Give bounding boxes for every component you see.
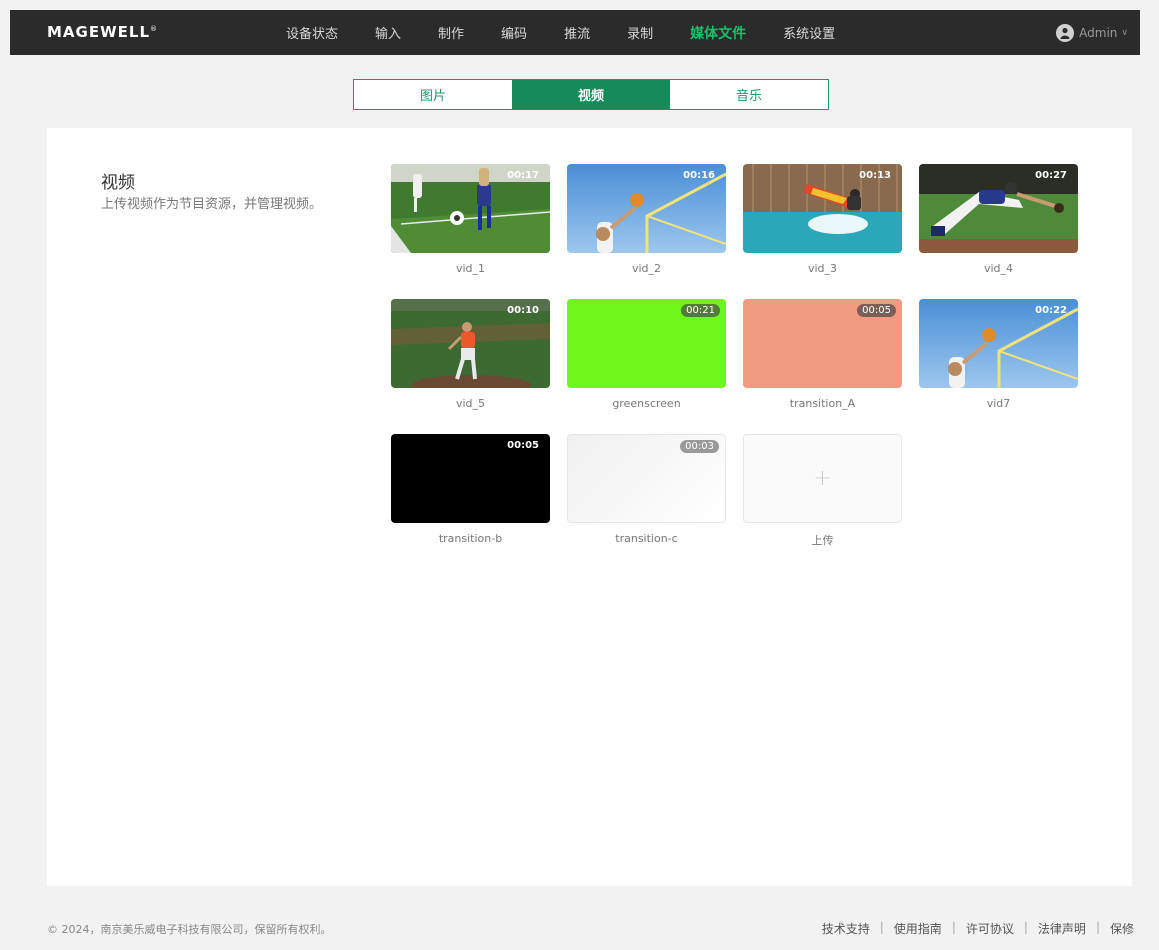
- footer-divider: |: [879, 920, 884, 934]
- video-card[interactable]: 00:17 vid_1: [391, 164, 550, 275]
- footer-link-legal[interactable]: 法律声明: [1038, 920, 1086, 937]
- video-thumbnail[interactable]: 00:05: [391, 434, 550, 523]
- nav-item-device-status[interactable]: 设备状态: [286, 23, 338, 42]
- footer-divider: |: [1023, 920, 1028, 934]
- nav-item-production[interactable]: 制作: [438, 23, 464, 42]
- video-duration: 00:22: [1035, 305, 1067, 316]
- footer-link-user-guide[interactable]: 使用指南: [894, 920, 942, 937]
- section-description: 上传视频作为节目资源，并管理视频。: [101, 197, 323, 212]
- video-thumbnail[interactable]: 00:21: [567, 299, 726, 388]
- video-thumbnail[interactable]: 00:22: [919, 299, 1078, 388]
- video-name: transition_A: [789, 397, 856, 410]
- video-thumbnail[interactable]: 00:10: [391, 299, 550, 388]
- upload-label: 上传: [811, 534, 834, 547]
- video-duration: 00:05: [507, 440, 539, 451]
- tab-images[interactable]: 图片: [354, 80, 512, 109]
- nav-item-media-files[interactable]: 媒体文件: [690, 23, 746, 43]
- video-name: transition-b: [438, 532, 503, 545]
- nav-item-input[interactable]: 输入: [375, 23, 401, 42]
- video-library-panel: 视频 上传视频作为节目资源，并管理视频。 00:17 vid_1 00:16 v…: [47, 128, 1132, 886]
- video-card[interactable]: 00:13 vid_3: [743, 164, 902, 275]
- user-name: Admin: [1079, 25, 1118, 40]
- video-name: vid7: [986, 397, 1011, 410]
- upload-button[interactable]: +: [743, 434, 902, 523]
- video-name: vid_2: [631, 262, 662, 275]
- video-name: transition-c: [615, 532, 678, 545]
- tab-music[interactable]: 音乐: [670, 80, 828, 109]
- brand-logo[interactable]: MAGEWELL®: [47, 23, 158, 41]
- video-name: vid_5: [455, 397, 486, 410]
- video-name: vid_1: [455, 262, 486, 275]
- media-type-tabs: 图片 视频 音乐: [353, 79, 829, 110]
- plus-icon: +: [813, 466, 832, 491]
- video-card[interactable]: 00:10 vid_5: [391, 299, 550, 410]
- footer-link-license[interactable]: 许可协议: [966, 920, 1014, 937]
- nav-item-system-settings[interactable]: 系统设置: [783, 23, 835, 42]
- video-thumbnail[interactable]: 00:03: [567, 434, 726, 523]
- video-thumbnail[interactable]: 00:16: [567, 164, 726, 253]
- video-duration: 00:27: [1035, 170, 1067, 181]
- video-thumbnail[interactable]: 00:05: [743, 299, 902, 388]
- main-nav: 设备状态 输入 制作 编码 推流 录制 媒体文件 系统设置: [286, 10, 872, 55]
- video-duration: 00:10: [507, 305, 539, 316]
- nav-item-encoding[interactable]: 编码: [501, 23, 527, 42]
- video-thumbnail[interactable]: 00:17: [391, 164, 550, 253]
- copyright-text: © 2024，南京美乐威电子科技有限公司，保留所有权利。: [47, 923, 332, 936]
- footer-links: 技术支持 | 使用指南 | 许可协议 | 法律声明 | 保修: [822, 920, 1134, 937]
- user-menu[interactable]: Admin ∨: [1056, 10, 1128, 55]
- tab-videos[interactable]: 视频: [512, 80, 670, 109]
- section-title: 视频: [101, 173, 135, 193]
- video-name: vid_3: [807, 262, 838, 275]
- footer-link-warranty[interactable]: 保修: [1110, 920, 1134, 937]
- video-duration: 00:13: [859, 170, 891, 181]
- video-thumbnail[interactable]: 00:13: [743, 164, 902, 253]
- page-footer: © 2024，南京美乐威电子科技有限公司，保留所有权利。 技术支持 | 使用指南…: [0, 905, 1159, 950]
- video-card[interactable]: 00:16 vid_2: [567, 164, 726, 275]
- footer-divider: |: [1095, 920, 1100, 934]
- video-card[interactable]: 00:22 vid7: [919, 299, 1078, 410]
- footer-divider: |: [951, 920, 956, 934]
- video-name: vid_4: [983, 262, 1014, 275]
- video-duration: 00:21: [681, 304, 720, 317]
- user-avatar-icon: [1056, 23, 1075, 42]
- video-card[interactable]: 00:05 transition-b: [391, 434, 550, 545]
- video-card[interactable]: 00:05 transition_A: [743, 299, 902, 410]
- top-nav-bar: MAGEWELL® 设备状态 输入 制作 编码 推流 录制 媒体文件 系统设置 …: [10, 10, 1140, 55]
- footer-link-tech-support[interactable]: 技术支持: [822, 920, 870, 937]
- video-thumbnail[interactable]: 00:27: [919, 164, 1078, 253]
- video-name: greenscreen: [612, 397, 681, 410]
- video-duration: 00:05: [857, 304, 896, 317]
- video-card[interactable]: 00:27 vid_4: [919, 164, 1078, 275]
- video-card[interactable]: 00:03 transition-c: [567, 434, 726, 545]
- video-card[interactable]: 00:21 greenscreen: [567, 299, 726, 410]
- video-duration: 00:17: [507, 170, 539, 181]
- video-duration: 00:16: [683, 170, 715, 181]
- nav-item-recording[interactable]: 录制: [627, 23, 653, 42]
- upload-card[interactable]: + 上传: [743, 434, 902, 548]
- video-duration: 00:03: [680, 440, 719, 453]
- chevron-down-icon: ∨: [1121, 27, 1128, 38]
- nav-item-streaming[interactable]: 推流: [564, 23, 590, 42]
